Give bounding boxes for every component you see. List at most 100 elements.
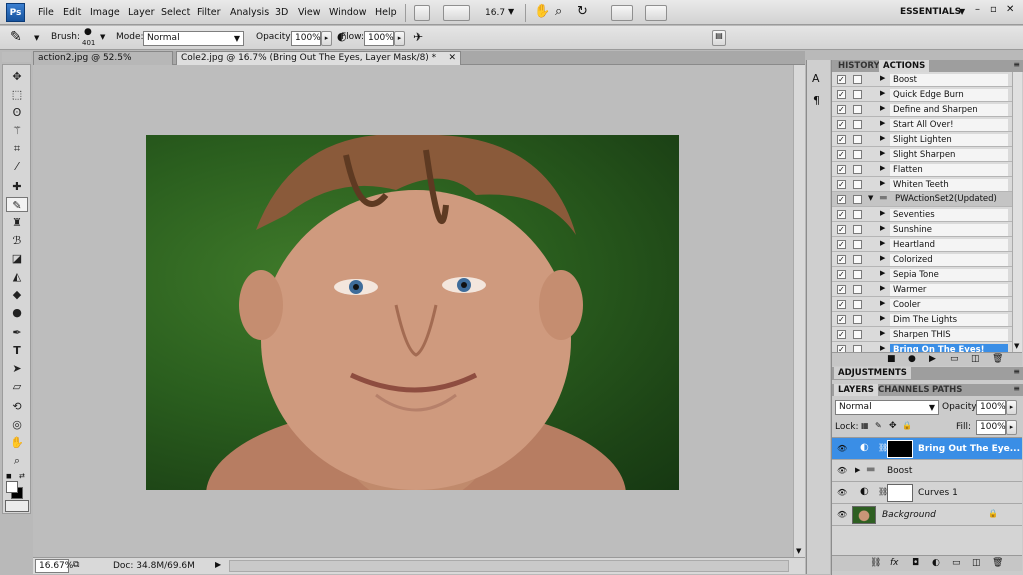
play-icon[interactable]: ▶: [929, 354, 936, 364]
toggle-item-checkbox[interactable]: ✓: [837, 180, 846, 189]
expand-triangle-icon[interactable]: ▶: [880, 269, 885, 277]
blur-tool-icon[interactable]: ◆: [6, 287, 28, 302]
action-row[interactable]: ✓ ▶ Sepia Tone: [832, 267, 1012, 282]
toggle-dialog-checkbox[interactable]: [853, 135, 862, 144]
action-row[interactable]: ✓ ▶ Slight Sharpen: [832, 147, 1012, 162]
toggle-dialog-checkbox[interactable]: [853, 225, 862, 234]
type-tool-icon[interactable]: T: [6, 343, 28, 358]
tab-paths[interactable]: PATHS: [928, 384, 966, 396]
toggle-item-checkbox[interactable]: ✓: [837, 195, 846, 204]
toggle-dialog-checkbox[interactable]: [853, 255, 862, 264]
tab-channels[interactable]: CHANNELS: [874, 384, 934, 396]
3d-rotate-tool-icon[interactable]: ⟲: [6, 399, 28, 414]
action-row[interactable]: ✓ ▶ Bring On The Eyes!: [832, 342, 1012, 352]
toggle-item-checkbox[interactable]: ✓: [837, 165, 846, 174]
screen-mode-icon[interactable]: [5, 500, 29, 512]
layer-mask-thumbnail[interactable]: [887, 440, 913, 458]
arrange-documents-button[interactable]: [611, 5, 633, 21]
eye-icon[interactable]: 👁: [837, 510, 847, 519]
eye-icon[interactable]: 👁: [837, 466, 847, 475]
magic-wand-tool-icon[interactable]: ⚚: [6, 123, 28, 138]
expand-triangle-icon[interactable]: ▶: [880, 239, 885, 247]
brush-tool-icon[interactable]: ✎: [6, 197, 28, 212]
toggle-dialog-checkbox[interactable]: [853, 240, 862, 249]
lock-all-icon[interactable]: 🔒: [902, 421, 912, 430]
flow-slider-button[interactable]: ▸: [394, 31, 405, 46]
tab-action2[interactable]: action2.jpg @ 52.5% (RGB/8): [33, 51, 173, 76]
menu-3d[interactable]: 3D: [275, 7, 288, 18]
screen-mode-button[interactable]: [645, 5, 667, 21]
toggle-item-checkbox[interactable]: ✓: [837, 330, 846, 339]
tab-cole2[interactable]: Cole2.jpg @ 16.7% (Bring Out The Eyes, L…: [176, 51, 461, 65]
stop-icon[interactable]: ■: [887, 354, 896, 364]
eraser-tool-icon[interactable]: ◪: [6, 251, 28, 266]
minimize-icon[interactable]: –: [975, 4, 980, 15]
delete-icon[interactable]: 🗑: [992, 354, 1003, 364]
eye-icon[interactable]: 👁: [837, 488, 847, 497]
airbrush-icon[interactable]: ✈: [413, 30, 423, 44]
dodge-tool-icon[interactable]: ●: [6, 305, 28, 320]
brush-panel-toggle[interactable]: ▤: [712, 30, 726, 46]
toggle-dialog-checkbox[interactable]: [853, 210, 862, 219]
expand-triangle-icon[interactable]: ▶: [880, 74, 885, 82]
toggle-item-checkbox[interactable]: ✓: [837, 90, 846, 99]
zoom-tool-icon[interactable]: ⌕: [6, 453, 28, 468]
hand-tool-icon[interactable]: ✋: [6, 435, 28, 450]
toggle-item-checkbox[interactable]: ✓: [837, 285, 846, 294]
new-layer-icon[interactable]: ◫: [972, 558, 981, 568]
layer-style-icon[interactable]: fx: [890, 558, 899, 568]
menu-layer[interactable]: Layer: [128, 7, 155, 18]
zoom-tool-icon[interactable]: ⌕: [555, 4, 562, 19]
restore-icon[interactable]: ▫: [990, 4, 997, 15]
close-tab-icon[interactable]: ✕: [448, 52, 456, 65]
expand-triangle-icon[interactable]: ▶: [855, 466, 860, 474]
fill-slider[interactable]: ▸: [1006, 420, 1017, 435]
vertical-scrollbar[interactable]: ▼: [793, 65, 805, 557]
action-row[interactable]: ✓ ▶ Heartland: [832, 237, 1012, 252]
path-selection-tool-icon[interactable]: ➤: [6, 361, 28, 376]
toggle-item-checkbox[interactable]: ✓: [837, 270, 846, 279]
toggle-item-checkbox[interactable]: ✓: [837, 345, 846, 352]
toggle-item-checkbox[interactable]: ✓: [837, 225, 846, 234]
status-options-icon[interactable]: ⧉: [73, 560, 79, 570]
lock-pixels-icon[interactable]: ✎: [875, 421, 882, 430]
expand-triangle-icon[interactable]: ▼: [868, 194, 873, 202]
paint-bucket-tool-icon[interactable]: ◭: [6, 269, 28, 284]
menu-image[interactable]: Image: [90, 7, 120, 18]
toggle-dialog-checkbox[interactable]: [853, 180, 862, 189]
status-menu-icon[interactable]: ▶: [215, 560, 221, 569]
fill-input[interactable]: 100%: [976, 420, 1006, 435]
clone-stamp-tool-icon[interactable]: ♜: [6, 215, 28, 230]
action-row[interactable]: ✓ ▶ Define and Sharpen: [832, 102, 1012, 117]
record-icon[interactable]: ●: [908, 354, 916, 364]
expand-triangle-icon[interactable]: ▶: [880, 164, 885, 172]
tab-adjustments[interactable]: ADJUSTMENTS: [834, 367, 911, 379]
flow-input[interactable]: 100%: [364, 31, 394, 46]
zoom-level-select[interactable]: 16.7: [485, 8, 505, 18]
toggle-item-checkbox[interactable]: ✓: [837, 135, 846, 144]
scroll-down-icon[interactable]: ▼: [796, 547, 801, 555]
mode-select[interactable]: Normal ▼: [143, 31, 244, 46]
action-row[interactable]: ✓ ▶ Quick Edge Burn: [832, 87, 1012, 102]
layer-row-boost[interactable]: 👁 ▶ ▬ Boost: [832, 460, 1022, 482]
lock-transparency-icon[interactable]: ▦: [861, 421, 869, 430]
action-row[interactable]: ✓ ▶ Seventies: [832, 207, 1012, 222]
close-icon[interactable]: ✕: [1006, 4, 1014, 15]
expand-triangle-icon[interactable]: ▶: [880, 329, 885, 337]
toggle-dialog-checkbox[interactable]: [853, 105, 862, 114]
add-mask-icon[interactable]: ◘: [912, 558, 919, 568]
toggle-dialog-checkbox[interactable]: [853, 300, 862, 309]
tab-actions[interactable]: ACTIONS: [879, 60, 930, 72]
action-set-row[interactable]: ✓ ▼ ▬ PWActionSet2(Updated): [832, 192, 1012, 207]
toggle-item-checkbox[interactable]: ✓: [837, 120, 846, 129]
toggle-dialog-checkbox[interactable]: [853, 150, 862, 159]
action-row[interactable]: ✓ ▶ Whiten Teeth: [832, 177, 1012, 192]
action-row[interactable]: ✓ ▶ Sharpen THIS: [832, 327, 1012, 342]
layer-opacity-slider[interactable]: ▸: [1006, 400, 1017, 415]
zoom-level-input[interactable]: 16.67%: [35, 559, 73, 573]
layer-row-bring-out-the-eyes[interactable]: 👁 ◐ ⛓ Bring Out The Eye...: [832, 438, 1022, 460]
expand-triangle-icon[interactable]: ▶: [880, 224, 885, 232]
toggle-dialog-checkbox[interactable]: [853, 120, 862, 129]
action-row[interactable]: ✓ ▶ Flatten: [832, 162, 1012, 177]
horizontal-scrollbar[interactable]: [229, 560, 789, 572]
